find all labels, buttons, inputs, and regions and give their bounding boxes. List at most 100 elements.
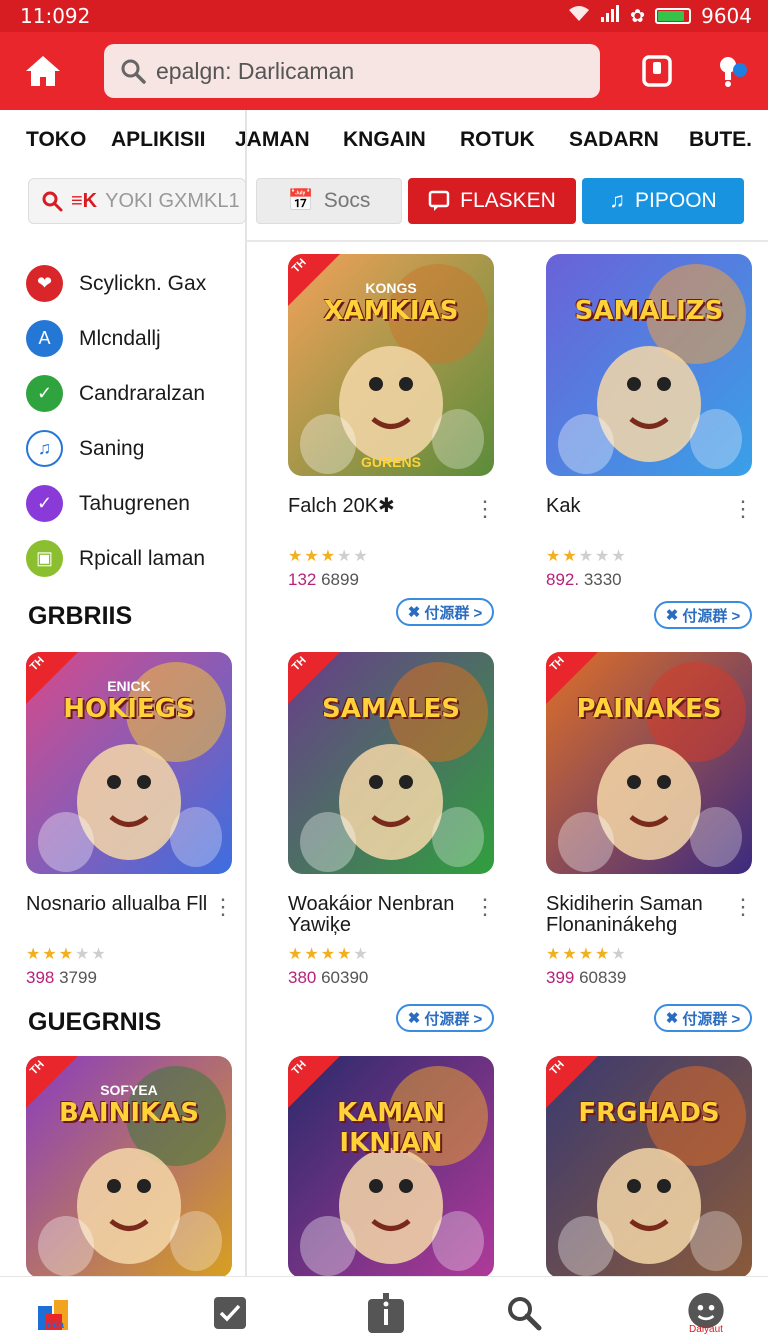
more-button[interactable]: ✖ 付源群 > [396,598,494,626]
pipoon-chip[interactable]: ♫ PIPOON [582,178,744,224]
cart-button[interactable] [636,50,678,92]
chat-icon [428,190,450,211]
art-title: PAINAKES [576,694,722,724]
tab-toko[interactable]: TOKO [26,128,86,152]
app-artwork[interactable]: TH SOFYEA BAINIKAS [26,1056,232,1278]
more-vert-icon[interactable]: ⋮ [474,498,496,520]
category-item[interactable]: A Mlcndallj [26,311,246,366]
category-item[interactable]: ✓ Candraralzan [26,366,246,421]
filter-input[interactable]: ≡K YOKI GXMKL1 [28,178,246,224]
more-button[interactable]: ✖ 付源群 > [654,601,752,629]
star-filled-icon: ★ [595,946,612,963]
star-filled-icon: ★ [288,548,305,565]
status-bar: 11:092 ✿ 9604 [0,0,768,32]
socs-label: Socs [323,189,371,212]
close-icon: ✖ [407,1010,421,1027]
tab-bute[interactable]: BUTE. [689,128,752,152]
notification-button[interactable] [710,50,752,92]
app-artwork[interactable]: TH KAMAN IKNIAN [288,1056,494,1278]
tab-sadarn[interactable]: SADARN [569,128,659,152]
app-title: Falch 20K✱ [288,495,395,517]
socs-chip[interactable]: 📅 Socs [256,178,402,224]
heart-icon: ❤ [26,265,63,302]
search-icon [508,1297,542,1331]
app-card[interactable]: TH KONGS XAMKIAS GURENS Falch 20K✱ ⋮ ★★★★★ 132 … [288,254,496,590]
star-filled-icon: ★ [337,946,354,963]
signal-icon [600,4,620,28]
app-artwork[interactable]: TH PAINAKES [546,652,752,874]
more-vert-icon[interactable]: ⋮ [732,896,754,918]
star-filled-icon: ★ [562,548,579,565]
star-rating: ★★★★★ [546,944,752,964]
category-item[interactable]: ✓ Tahugrenen [26,476,246,531]
logo-text: nica [43,1319,64,1331]
app-artwork[interactable]: TH KONGS XAMKIAS GURENS [288,254,494,476]
star-rating: ★★★★★ [288,546,494,566]
count-highlight: 892. [546,570,580,589]
nav-updates[interactable] [364,1291,408,1335]
star-filled-icon: ★ [304,946,321,963]
app-card[interactable]: TH SAMALES Woakáior Nenbran Yawiķe ⋮ ★★★★★ 38… [288,652,496,988]
app-title: Skidiherin Saman Flonaninákehg [546,893,703,936]
star-empty-icon: ★ [578,548,596,565]
battery-icon [655,8,692,24]
category-item[interactable]: ❤ Scylickn. Gax [26,256,246,311]
art-title: FRGHADS [578,1098,720,1128]
app-card[interactable]: SAMALIZS Kak ⋮ ★★★★★ 892. 3330 [546,254,754,590]
category-label: Saning [79,436,145,460]
tab-aplikisii[interactable]: APLIKISII [111,128,206,152]
check-icon: ✓ [26,485,63,522]
art-subtitle: SOFYEA [100,1082,158,1098]
nav-profile[interactable]: Daiyaut [684,1291,728,1335]
star-filled-icon: ★ [58,946,76,963]
app-artwork[interactable]: TH FRGHADS [546,1056,752,1278]
more-vert-icon[interactable]: ⋮ [212,896,234,918]
more-button[interactable]: ✖ 付源群 > [396,1004,494,1032]
app-artwork[interactable]: TH SAMALES [288,652,494,874]
art-title: KAMAN IKNIAN [336,1098,446,1158]
download-count: 380 60390 [288,968,494,988]
category-item[interactable]: ♫ Saning [26,421,246,476]
star-filled-icon: ★ [26,946,43,963]
tab-rotuk[interactable]: ROTUK [460,128,535,152]
close-icon: ✖ [665,607,679,624]
tab-kngain[interactable]: KNGAIN [343,128,426,152]
star-rating: ★★★★★ [26,944,232,964]
more-button[interactable]: ✖ 付源群 > [654,1004,752,1032]
app-artwork[interactable]: SAMALIZS [546,254,752,476]
count-highlight: 132 [288,570,317,589]
app-artwork[interactable]: TH ENICK HOKIEGS [26,652,232,874]
count-rest: 60839 [574,968,627,987]
count-highlight: 399 [546,968,575,987]
search-icon [42,191,63,212]
app-card[interactable]: TH PAINAKES Skidiherin Saman Flonaninákehg… [546,652,754,988]
home-button[interactable] [22,50,64,92]
art-title: BAINIKAS [58,1098,200,1128]
check-icon: ✓ [26,375,63,412]
nav-tasks[interactable] [208,1291,252,1335]
category-item[interactable]: ▣ Rpicall laman [26,531,246,586]
star-empty-icon: ★ [337,548,354,565]
section-title-first: GRBRIIS [28,602,133,630]
search-input[interactable]: epalgn: Darlicaman [156,58,354,85]
count-rest: 60390 [316,968,369,987]
search-icon [121,59,146,84]
search-bar[interactable]: epalgn: Darlicaman [104,44,600,98]
more-vert-icon[interactable]: ⋮ [474,896,496,918]
count-rest: 3799 [54,968,97,987]
notification-icon [720,57,747,87]
star-empty-icon: ★ [91,946,108,963]
checkbox-icon [214,1297,246,1329]
category-label: Scylickn. Gax [79,271,207,295]
letter-a-icon: A [26,320,63,357]
art-subtitle: KONGS [365,280,417,296]
count-rest: 3330 [579,570,622,589]
flasken-chip[interactable]: FLASKEN [408,178,576,224]
settings-icon: ✿ [630,5,646,27]
app-card[interactable]: TH ENICK HOKIEGS Nosnario allualba Fll ⋮ ★★★★… [26,652,234,988]
category-label: Rpicall laman [79,546,206,570]
more-vert-icon[interactable]: ⋮ [732,498,754,520]
app-card[interactable]: TH FRGHADS [546,1056,752,1278]
nav-logo[interactable]: nica [32,1291,76,1335]
nav-search[interactable] [502,1291,546,1335]
